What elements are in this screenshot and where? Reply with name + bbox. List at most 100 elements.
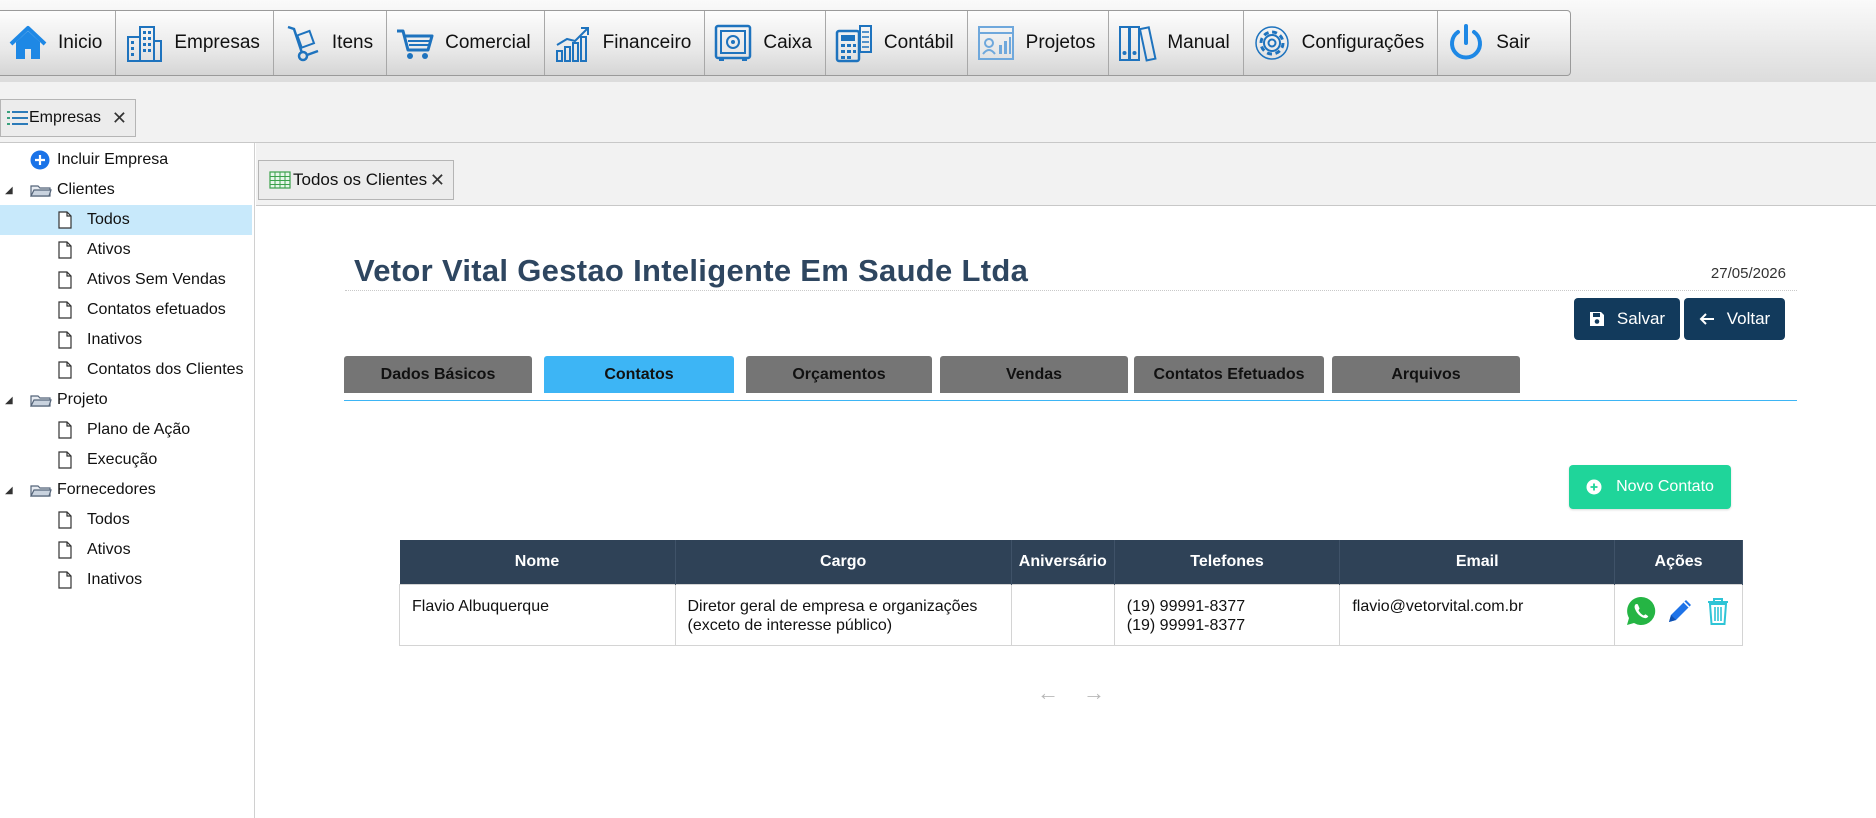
cell-aniversario xyxy=(1010,584,1115,646)
hand-truck-icon xyxy=(287,25,319,62)
document-icon xyxy=(58,361,72,379)
sidebar-item-fornecedores-inativos[interactable]: Inativos xyxy=(0,565,252,595)
sidebar-item-label: Inativos xyxy=(87,331,143,348)
menu-configuracoes[interactable]: Configurações xyxy=(1244,11,1439,75)
document-icon xyxy=(58,271,72,289)
tab-label: Vendas xyxy=(1005,365,1063,383)
sidebar-item-label: Clientes xyxy=(57,181,115,198)
home-icon xyxy=(9,26,47,59)
cell-cargo: Diretor geral de empresa e organizações … xyxy=(674,584,1012,646)
sidebar-item-label: Ativos Sem Vendas xyxy=(87,271,226,288)
tab-contatos-efetuados[interactable]: Contatos Efetuados xyxy=(1134,356,1324,393)
sidebar-item-fornecedores-todos[interactable]: Todos xyxy=(0,505,252,535)
table-row: Flavio Albuquerque Diretor geral de empr… xyxy=(399,584,1743,646)
button-label: Voltar xyxy=(1726,309,1771,328)
edit-pencil-icon[interactable] xyxy=(1664,595,1696,627)
expanded-triangle-icon[interactable]: ◢ xyxy=(5,185,13,196)
tab-dados-basicos[interactable]: Dados Básicos xyxy=(344,356,532,393)
menu-inicio[interactable]: Inicio xyxy=(0,11,117,75)
tabs-underline xyxy=(344,400,1797,401)
phone-number: (19) 99991-8377 xyxy=(1126,617,1246,634)
sidebar-item-label: Execução xyxy=(87,451,158,468)
title-divider xyxy=(345,290,1797,291)
column-header-email[interactable]: Email xyxy=(1339,540,1616,585)
sidebar-item-fornecedores-ativos[interactable]: Ativos xyxy=(0,535,252,565)
whatsapp-icon[interactable] xyxy=(1625,595,1657,627)
column-header-telefones[interactable]: Telefones xyxy=(1114,540,1341,585)
menu-caixa[interactable]: Caixa xyxy=(705,11,826,75)
menu-label: Contábil xyxy=(883,32,954,53)
tab-arquivos[interactable]: Arquivos xyxy=(1332,356,1520,393)
sidebar-group-projeto[interactable]: ◢ Projeto xyxy=(0,385,252,415)
calculator-icon xyxy=(835,25,872,63)
expanded-triangle-icon[interactable]: ◢ xyxy=(5,395,13,406)
menu-label: Inicio xyxy=(58,32,103,53)
expanded-triangle-icon[interactable]: ◢ xyxy=(5,485,13,496)
sidebar-item-plano-de-acao[interactable]: Plano de Ação xyxy=(0,415,252,445)
sidebar-item-label: Inativos xyxy=(87,571,143,588)
company-title: Vetor Vital Gestao Inteligente Em Saude … xyxy=(354,253,1029,288)
sidebar-item-clientes-contatos-efetuados[interactable]: Contatos efetuados xyxy=(0,295,252,325)
main-menu: Inicio Empresas Itens Comercial Financei… xyxy=(0,10,1571,76)
trash-icon[interactable] xyxy=(1702,595,1734,627)
tab-label: Dados Básicos xyxy=(380,365,496,383)
column-header-aniversario[interactable]: Aniversário xyxy=(1011,540,1115,585)
sidebar-item-clientes-todos[interactable]: Todos xyxy=(0,205,252,235)
list-icon xyxy=(7,111,28,125)
close-icon[interactable]: ✕ xyxy=(112,108,127,129)
document-icon xyxy=(58,541,72,559)
sidebar-group-clientes[interactable]: ◢ Clientes xyxy=(0,175,252,205)
back-button[interactable]: Voltar xyxy=(1684,298,1785,340)
cell-telefones: (19) 99991-8377 (19) 99991-8377 xyxy=(1113,584,1341,646)
tab-label: Empresas xyxy=(29,109,102,126)
sidebar-group-fornecedores[interactable]: ◢ Fornecedores xyxy=(0,475,252,505)
phone-number: (19) 99991-8377 xyxy=(1126,598,1246,615)
button-label: Salvar xyxy=(1616,309,1666,328)
cell-acoes xyxy=(1614,584,1743,646)
tab-vendas[interactable]: Vendas xyxy=(940,356,1128,393)
menu-label: Configurações xyxy=(1301,32,1425,53)
menu-itens[interactable]: Itens xyxy=(274,11,388,75)
tab-label: Contatos Efetuados xyxy=(1153,365,1305,383)
button-label: Novo Contato xyxy=(1616,478,1714,495)
sidebar-item-clientes-ativos-sem-vendas[interactable]: Ativos Sem Vendas xyxy=(0,265,252,295)
shopping-cart-icon xyxy=(397,29,434,59)
menu-label: Itens xyxy=(331,32,374,53)
sidebar-item-incluir-empresa[interactable]: Incluir Empresa xyxy=(0,145,252,175)
menu-comercial[interactable]: Comercial xyxy=(387,11,545,75)
column-header-cargo[interactable]: Cargo xyxy=(675,540,1012,585)
floppy-disk-icon xyxy=(1589,312,1604,326)
column-header-nome[interactable]: Nome xyxy=(399,540,676,585)
menu-manual[interactable]: Manual xyxy=(1109,11,1244,75)
sidebar-item-clientes-inativos[interactable]: Inativos xyxy=(0,325,252,355)
sidebar-item-label: Fornecedores xyxy=(57,481,156,498)
tab-contatos[interactable]: Contatos xyxy=(544,356,734,393)
document-icon xyxy=(58,301,72,319)
menu-label: Empresas xyxy=(174,32,260,53)
inner-tab-strip: Todos os Clientes ✕ xyxy=(256,143,1876,206)
grid-table-icon xyxy=(269,171,291,189)
menu-empresas[interactable]: Empresas xyxy=(116,11,274,75)
save-button[interactable]: Salvar xyxy=(1574,298,1680,340)
tab-empresas[interactable]: Empresas ✕ xyxy=(0,99,136,137)
sidebar-item-label: Todos xyxy=(87,511,130,528)
close-icon[interactable]: ✕ xyxy=(430,170,445,191)
new-contact-button[interactable]: Novo Contato xyxy=(1569,465,1731,509)
menu-label: Comercial xyxy=(445,32,531,53)
menu-sair[interactable]: Sair xyxy=(1438,11,1543,75)
pagination-prev-arrow[interactable]: ← xyxy=(1037,680,1059,706)
sidebar-item-contatos-dos-clientes[interactable]: Contatos dos Clientes xyxy=(0,355,252,385)
tab-orcamentos[interactable]: Orçamentos xyxy=(746,356,932,393)
pagination-next-arrow[interactable]: → xyxy=(1083,680,1105,706)
menu-projetos[interactable]: Projetos xyxy=(968,11,1110,75)
menu-financeiro[interactable]: Financeiro xyxy=(545,11,706,75)
menu-contabil[interactable]: Contábil xyxy=(826,11,968,75)
cargo-line: Diretor geral de empresa e organizações xyxy=(687,598,978,615)
sidebar-item-clientes-ativos[interactable]: Ativos xyxy=(0,235,252,265)
document-icon xyxy=(58,421,72,439)
sidebar-item-execucao[interactable]: Execução xyxy=(0,445,252,475)
tab-todos-os-clientes[interactable]: Todos os Clientes ✕ xyxy=(258,160,454,200)
tab-label: Contatos xyxy=(604,365,674,383)
contacts-table: Nome Cargo Aniversário Telefones Email A… xyxy=(399,540,1743,646)
tab-label: Arquivos xyxy=(1391,365,1461,383)
